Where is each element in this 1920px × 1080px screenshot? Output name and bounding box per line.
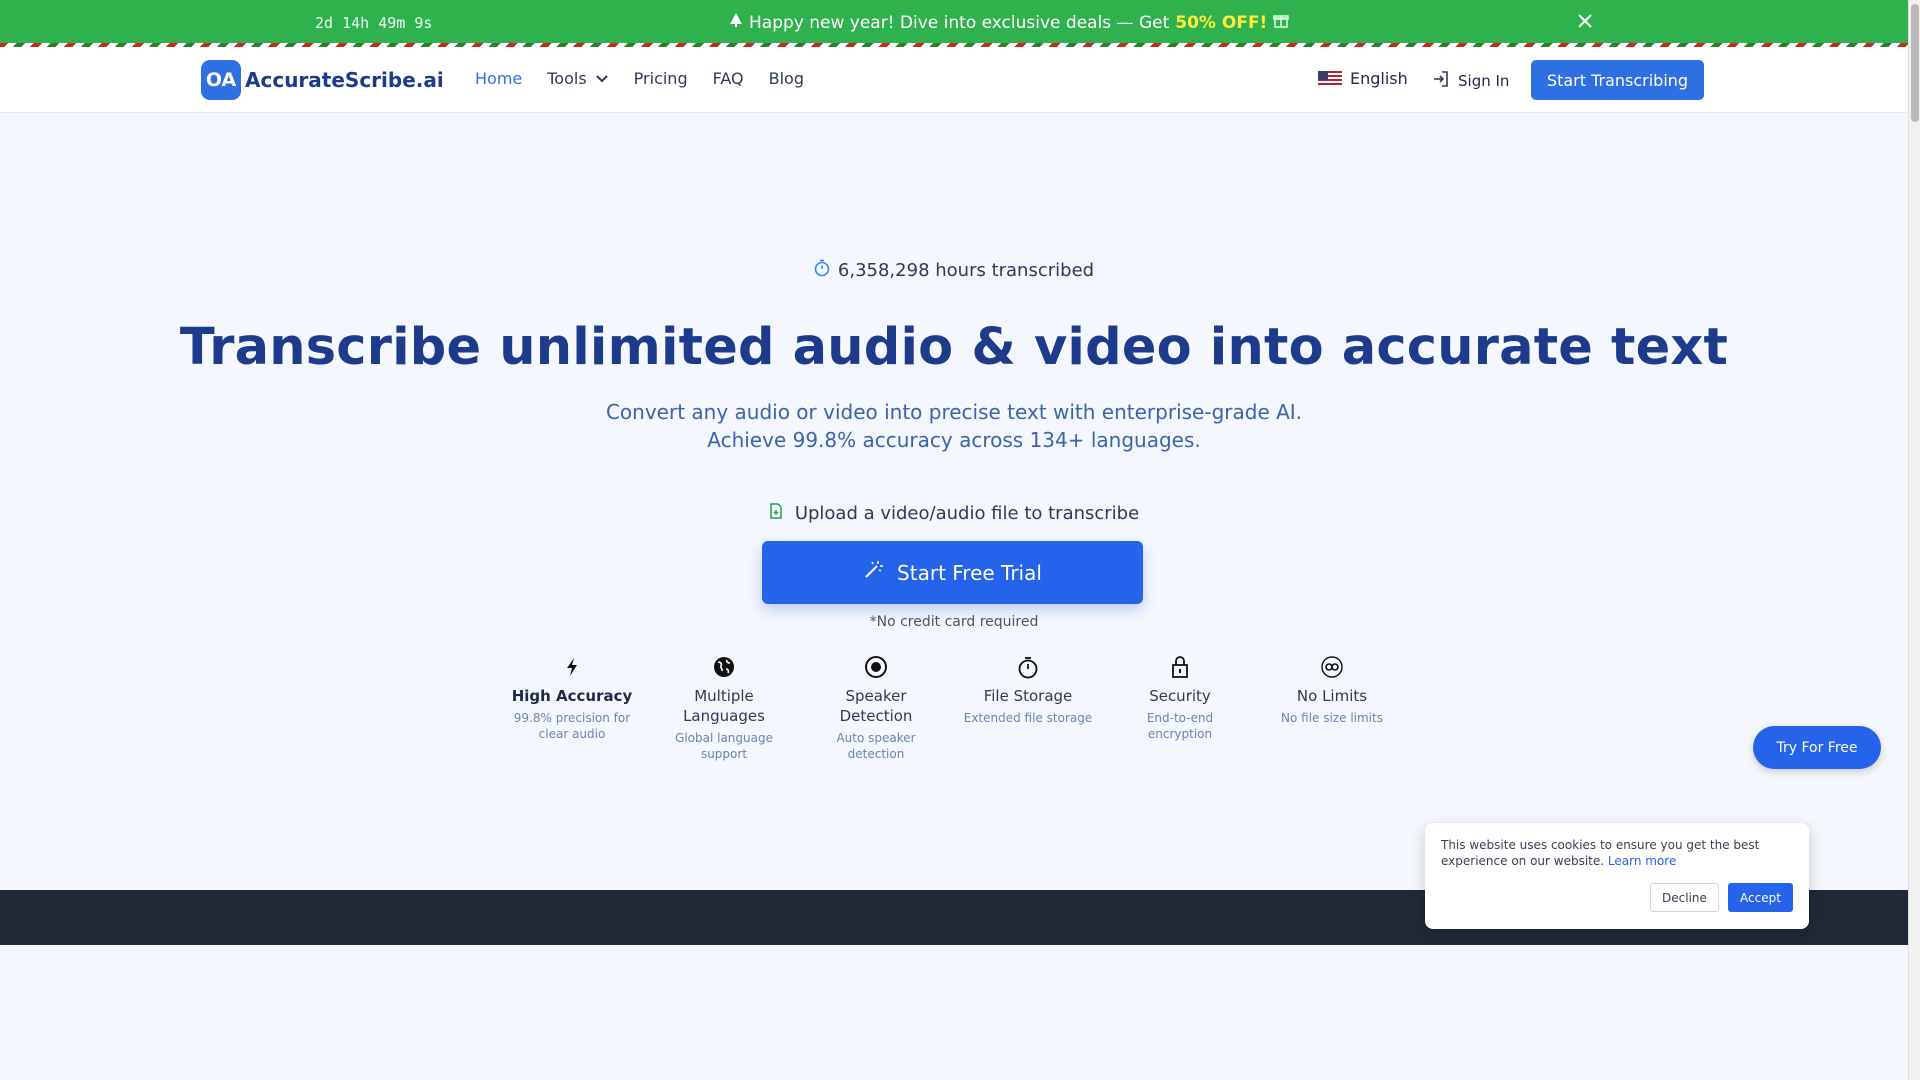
cookie-message: This website uses cookies to ensure you … — [1441, 837, 1793, 869]
scrollbar[interactable] — [1908, 0, 1920, 1080]
countdown-timer: 2d 14h 49m 9s — [315, 14, 433, 32]
promo-text: Happy new year! Dive into exclusive deal… — [749, 12, 1170, 33]
feature-desc: End-to-end encryption — [1146, 711, 1214, 741]
stopwatch-icon — [963, 654, 1093, 680]
sign-in-label: Sign In — [1458, 72, 1510, 90]
feature-desc: 99.8% precision for clear audio — [513, 711, 631, 741]
lock-icon — [1115, 654, 1245, 680]
nav-faq[interactable]: FAQ — [713, 69, 744, 88]
lightning-icon — [507, 654, 637, 680]
feature-title: Multiple Languages — [683, 687, 765, 725]
promo-message: Happy new year! Dive into exclusive deal… — [729, 12, 1290, 33]
feature-file-storage: File Storage Extended file storage — [963, 654, 1093, 726]
file-icon — [769, 503, 783, 524]
promo-deal: 50% OFF! — [1175, 12, 1268, 33]
hero-subtitle-line-1: Convert any audio or video into precise … — [605, 400, 1303, 424]
globe-icon — [659, 654, 789, 680]
sign-in-link[interactable]: Sign In — [1432, 70, 1509, 92]
feature-desc: Auto speaker detection — [836, 731, 916, 761]
feature-no-limits: No Limits No file size limits — [1267, 654, 1397, 726]
upload-prompt: Upload a video/audio file to transcribe — [0, 503, 1908, 524]
language-label: English — [1350, 69, 1408, 88]
feature-multiple-languages: Multiple Languages Global language suppo… — [659, 654, 789, 762]
hero-title: Transcribe unlimited audio & video into … — [179, 318, 1729, 377]
logo-mark: OA — [201, 60, 241, 100]
hours-stat: 6,358,298 hours transcribed — [0, 259, 1908, 282]
promo-banner: 2d 14h 49m 9s Happy new year! Dive into … — [0, 0, 1908, 47]
close-icon[interactable] — [1574, 10, 1596, 32]
nav-tools[interactable]: Tools — [547, 69, 608, 88]
logo[interactable]: OA AccurateScribe.ai — [201, 60, 444, 100]
feature-title: High Accuracy — [511, 687, 633, 705]
feature-title: No Limits — [1296, 687, 1368, 705]
magic-wand-icon — [863, 560, 884, 585]
upload-prompt-text: Upload a video/audio file to transcribe — [794, 503, 1140, 524]
chevron-down-icon — [595, 69, 609, 88]
nav-tools-label: Tools — [547, 69, 587, 88]
start-free-trial-label: Start Free Trial — [897, 560, 1042, 585]
hero-subtitle-line-2: Achieve 99.8% accuracy across 134+ langu… — [707, 428, 1201, 452]
navbar: OA AccurateScribe.ai Home Tools Pricing … — [0, 47, 1908, 113]
feature-desc: Extended file storage — [963, 711, 1093, 725]
nav-pricing[interactable]: Pricing — [634, 69, 688, 88]
logo-text: AccurateScribe.ai — [245, 68, 444, 92]
tree-icon — [729, 12, 743, 33]
feature-title: Security — [1149, 687, 1211, 705]
hero-subtitle: Convert any audio or video into precise … — [0, 398, 1908, 454]
sign-in-icon — [1432, 70, 1450, 92]
decline-button[interactable]: Decline — [1650, 883, 1719, 912]
cookie-actions: Decline Accept — [1650, 883, 1793, 912]
gift-icon — [1273, 12, 1290, 33]
language-selector[interactable]: English — [1318, 69, 1408, 88]
feature-desc: Global language support — [675, 731, 773, 761]
cookie-text: This website uses cookies to ensure you … — [1441, 838, 1760, 868]
cookie-banner: This website uses cookies to ensure you … — [1425, 823, 1809, 929]
start-free-trial-button[interactable]: Start Free Trial — [762, 541, 1143, 604]
infinity-icon — [1267, 654, 1397, 680]
feature-desc: No file size limits — [1281, 711, 1383, 725]
no-credit-card-note: *No credit card required — [869, 614, 1039, 630]
feature-high-accuracy: High Accuracy 99.8% precision for clear … — [507, 654, 637, 742]
nav-blog[interactable]: Blog — [769, 69, 804, 88]
nav-links: Home Tools Pricing FAQ Blog — [475, 69, 829, 88]
us-flag-icon — [1318, 70, 1342, 87]
target-icon — [811, 654, 941, 680]
nav-home[interactable]: Home — [475, 69, 522, 88]
accept-button[interactable]: Accept — [1728, 883, 1793, 912]
feature-security: Security End-to-end encryption — [1115, 654, 1245, 742]
start-transcribing-button[interactable]: Start Transcribing — [1531, 60, 1704, 100]
try-for-free-button[interactable]: Try For Free — [1753, 726, 1881, 769]
feature-title: Speaker Detection — [839, 687, 913, 725]
feature-speaker-detection: Speaker Detection Auto speaker detection — [811, 654, 941, 762]
hours-stat-text: 6,358,298 hours transcribed — [837, 260, 1095, 281]
learn-more-link[interactable]: Learn more — [1608, 854, 1676, 868]
scrollbar-thumb[interactable] — [1911, 4, 1919, 122]
feature-title: File Storage — [983, 687, 1073, 705]
stopwatch-icon — [814, 259, 830, 282]
